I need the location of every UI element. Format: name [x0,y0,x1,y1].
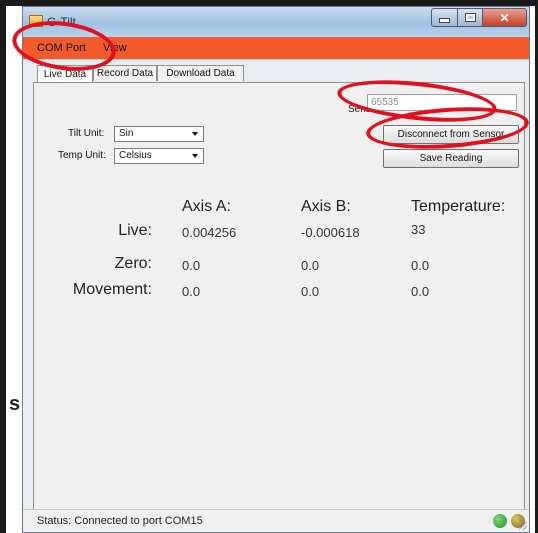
column-header-axis-a: Axis A: [182,198,231,215]
tab-download-data[interactable]: Download Data [157,65,244,81]
minimize-icon [439,18,450,23]
zero-axis-b-value: 0.0 [301,258,320,273]
title-bar[interactable]: G-Tilt ✕ [23,7,529,37]
maximize-button[interactable] [457,8,483,27]
close-icon: ✕ [499,10,510,25]
chevron-down-icon [192,154,198,158]
zero-temperature-value: 0.0 [411,258,430,273]
sensor-id-field[interactable]: 65535 [367,94,517,111]
app-window: G-Tilt ✕ COM Port View Live Data Record … [22,6,530,533]
row-label-movement: Movement: [72,281,152,298]
minimize-button[interactable] [431,8,458,27]
row-label-zero: Zero: [114,255,152,272]
window-title: G-Tilt [47,15,76,29]
live-axis-b-value: -0.000618 [301,225,360,240]
outside-fragment-text: s [9,393,21,415]
column-header-temperature: Temperature: [411,198,506,215]
live-data-panel: Tilt Unit: Sin Temp Unit: Celsius Sensor… [33,82,525,512]
temp-unit-value: Celsius [119,150,152,161]
temp-unit-label: Temp Unit: [58,150,106,161]
status-bar: Status: Connected to port COM15 [23,509,529,532]
sensor-id-value: 65535 [371,97,399,108]
zero-axis-a-value: 0.0 [182,258,201,273]
disconnect-sensor-button[interactable]: Disconnect from Sensor [383,125,519,144]
green-status-indicator-icon [493,514,507,528]
status-text: Status: Connected to port COM15 [37,515,203,527]
tilt-unit-label: Tilt Unit: [68,128,105,139]
close-button[interactable]: ✕ [482,8,527,27]
menu-bar: COM Port View [23,37,529,60]
tab-record-data[interactable]: Record Data [93,65,157,81]
resize-grip-icon[interactable] [519,522,527,530]
chevron-down-icon [192,132,198,136]
tilt-unit-value: Sin [119,128,134,139]
movement-axis-a-value: 0.0 [182,284,201,299]
live-axis-a-value: 0.004256 [182,225,237,240]
column-header-axis-b: Axis B: [301,198,351,215]
menu-view[interactable]: View [103,42,127,54]
maximize-icon [464,13,476,22]
save-reading-button[interactable]: Save Reading [383,149,519,168]
menu-com-port[interactable]: COM Port [37,42,86,54]
movement-temperature-value: 0.0 [411,284,430,299]
temp-unit-select[interactable]: Celsius [114,148,204,164]
movement-axis-b-value: 0.0 [301,284,320,299]
tilt-unit-select[interactable]: Sin [114,126,204,142]
document-left-border [0,0,6,533]
app-icon [29,15,43,27]
row-label-live: Live: [118,222,152,239]
tab-live-data[interactable]: Live Data [37,65,93,82]
live-temperature-value: 33 [411,222,426,237]
